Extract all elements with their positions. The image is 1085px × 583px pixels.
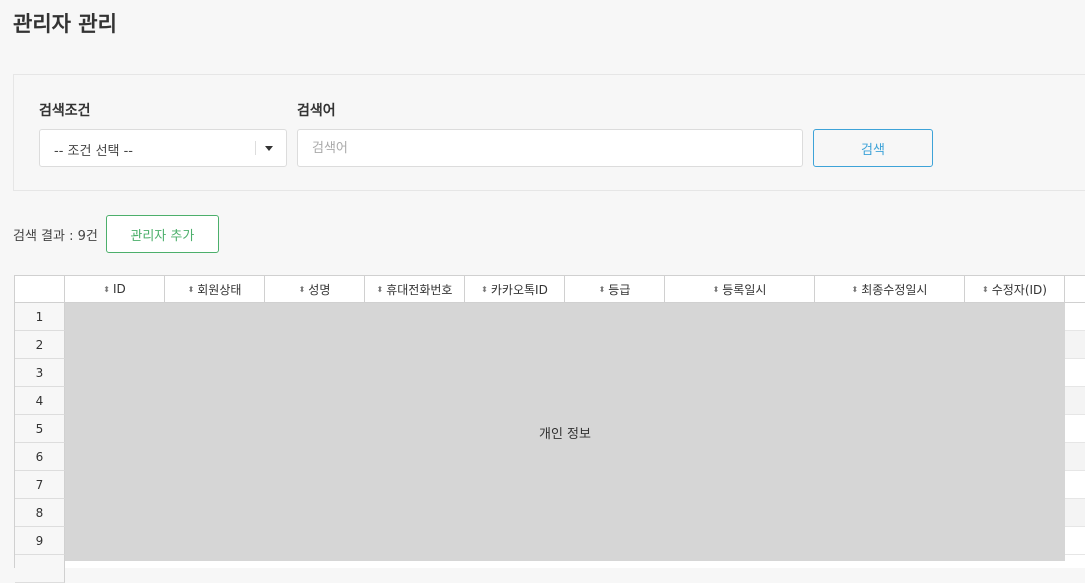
- result-row: 검색 결과 : 9건 관리자 추가: [13, 215, 219, 253]
- grid-header: ⬍ ID ⬍ 회원상태 ⬍ 성명 ⬍ 휴대전화번호 ⬍ 카카오톡ID ⬍ 등급 ⬍ 등록일시 …: [15, 276, 1085, 303]
- column-header-label: 등록일시: [722, 282, 767, 297]
- search-panel: 검색조건 검색어 -- 조건 선택 -- 검색: [13, 74, 1085, 191]
- row-number-column: 1 2 3 4 5 6 7 8 9: [15, 303, 65, 583]
- row-number: 3: [15, 359, 65, 387]
- column-header-label: ID: [112, 282, 126, 296]
- search-keyword-label: 검색어: [297, 103, 336, 119]
- sort-updown-icon: ⬍: [851, 284, 859, 294]
- select-divider: [255, 141, 256, 155]
- column-header-label: 수정자(ID): [991, 282, 1047, 297]
- row-number: 6: [15, 443, 65, 471]
- sort-updown-icon: ⬍: [103, 284, 110, 294]
- column-header-label: 회원상태: [197, 282, 242, 297]
- row-number: 1: [15, 303, 65, 331]
- row-number: 5: [15, 415, 65, 443]
- sort-updown-icon: ⬍: [982, 284, 989, 294]
- column-header-label: 최종수정일시: [861, 282, 928, 297]
- sort-updown-icon: ⬍: [712, 284, 720, 294]
- search-button[interactable]: 검색: [813, 129, 933, 167]
- sort-updown-icon: ⬍: [481, 284, 488, 294]
- column-header-label: 등급: [608, 282, 631, 297]
- column-header-registered-at[interactable]: ⬍ 등록일시: [665, 276, 815, 302]
- column-header-status[interactable]: ⬍ 회원상태: [165, 276, 265, 302]
- column-header-label: 성명: [308, 282, 331, 297]
- column-header-phone[interactable]: ⬍ 휴대전화번호: [365, 276, 465, 302]
- row-number: 7: [15, 471, 65, 499]
- chevron-down-icon: [265, 146, 273, 151]
- row-number: 9: [15, 527, 65, 555]
- result-count: 검색 결과 : 9건: [13, 228, 98, 244]
- column-header-label: 카카오톡ID: [490, 282, 548, 297]
- sort-updown-icon: ⬍: [598, 284, 606, 294]
- column-header-label: 휴대전화번호: [386, 282, 453, 297]
- column-header-modified-at[interactable]: ⬍ 최종수정일시: [815, 276, 965, 302]
- sort-updown-icon: ⬍: [187, 284, 195, 294]
- column-header-name[interactable]: ⬍ 성명: [265, 276, 365, 302]
- row-number: [15, 555, 65, 583]
- privacy-mask: 개인 정보: [65, 303, 1065, 561]
- row-number: 2: [15, 331, 65, 359]
- row-number-header: [15, 276, 65, 302]
- column-header-kakao-id[interactable]: ⬍ 카카오톡ID: [465, 276, 565, 302]
- search-condition-select[interactable]: -- 조건 선택 --: [39, 129, 287, 167]
- row-number: 8: [15, 499, 65, 527]
- page-title: 관리자 관리: [13, 12, 117, 36]
- search-input[interactable]: [297, 129, 803, 167]
- sort-updown-icon: ⬍: [376, 284, 384, 294]
- add-admin-button[interactable]: 관리자 추가: [105, 215, 219, 253]
- search-condition-value: -- 조건 선택 --: [54, 144, 134, 159]
- search-condition-label: 검색조건: [39, 103, 91, 119]
- sort-updown-icon: ⬍: [298, 284, 306, 294]
- column-header-filler: [1065, 276, 1085, 302]
- column-header-grade[interactable]: ⬍ 등급: [565, 276, 665, 302]
- row-number: 4: [15, 387, 65, 415]
- column-header-modifier[interactable]: ⬍ 수정자(ID): [965, 276, 1065, 302]
- column-header-id[interactable]: ⬍ ID: [65, 276, 165, 302]
- admin-grid: ⬍ ID ⬍ 회원상태 ⬍ 성명 ⬍ 휴대전화번호 ⬍ 카카오톡ID ⬍ 등급 ⬍ 등록일시 …: [14, 275, 1085, 583]
- privacy-mask-label: 개인 정보: [539, 426, 591, 442]
